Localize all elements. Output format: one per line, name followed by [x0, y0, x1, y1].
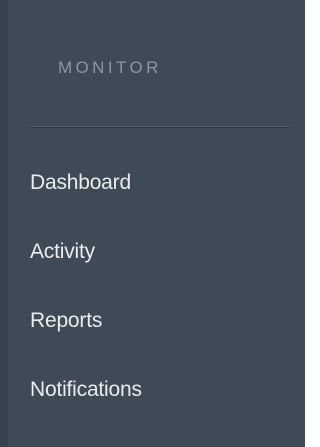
sidebar-nav: Dashboard Activity Reports Notifications: [0, 150, 305, 426]
sidebar: MONITOR Dashboard Activity Reports Notif…: [0, 0, 305, 447]
divider: [30, 126, 290, 128]
section-heading-monitor: MONITOR: [58, 58, 162, 77]
sidebar-item-reports[interactable]: Reports: [0, 288, 305, 357]
sidebar-item-activity[interactable]: Activity: [0, 219, 305, 288]
sidebar-item-notifications[interactable]: Notifications: [0, 357, 305, 426]
sidebar-item-dashboard[interactable]: Dashboard: [0, 150, 305, 219]
